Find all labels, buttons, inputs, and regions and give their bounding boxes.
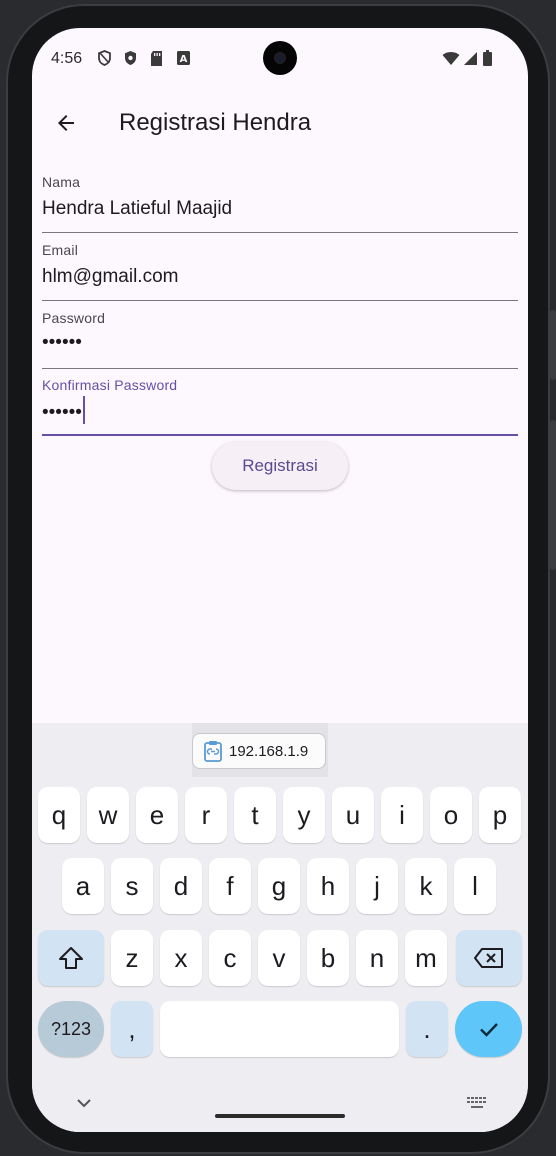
nama-underline bbox=[42, 232, 518, 233]
key-a[interactable]: a bbox=[62, 858, 104, 914]
email-underline bbox=[42, 300, 518, 301]
key-k[interactable]: k bbox=[405, 858, 447, 914]
key-r[interactable]: r bbox=[185, 787, 227, 843]
chevron-down-icon[interactable] bbox=[76, 1096, 92, 1114]
password-label: Password bbox=[42, 310, 106, 326]
arrow-back-icon bbox=[58, 115, 74, 131]
key-i[interactable]: i bbox=[381, 787, 423, 843]
comma-key[interactable]: , bbox=[111, 1001, 153, 1057]
key-u[interactable]: u bbox=[332, 787, 374, 843]
front-camera bbox=[263, 41, 297, 75]
key-m[interactable]: m bbox=[405, 930, 447, 986]
shift-icon bbox=[59, 947, 83, 969]
key-d[interactable]: d bbox=[160, 858, 202, 914]
email-field[interactable]: Email hlm@gmail.com bbox=[42, 242, 518, 302]
home-indicator[interactable] bbox=[215, 1114, 345, 1118]
email-input[interactable]: hlm@gmail.com bbox=[42, 266, 178, 288]
space-key[interactable] bbox=[160, 1001, 399, 1057]
konfirmasi-password-input[interactable]: •••••• bbox=[42, 396, 85, 427]
nama-input[interactable]: Hendra Latieful Maajid bbox=[42, 198, 232, 220]
key-c[interactable]: c bbox=[209, 930, 251, 986]
key-y[interactable]: y bbox=[283, 787, 325, 843]
text-cursor bbox=[82, 396, 85, 424]
checkmark-icon bbox=[479, 1023, 498, 1037]
power-button bbox=[550, 310, 556, 380]
password-underline bbox=[42, 368, 518, 369]
key-f[interactable]: f bbox=[209, 858, 251, 914]
wifi-icon bbox=[442, 50, 460, 66]
page-title: Registrasi Hendra bbox=[119, 109, 312, 136]
shield-outline-icon bbox=[96, 50, 112, 66]
konfirmasi-password-value: •••••• bbox=[42, 402, 82, 424]
nama-label: Nama bbox=[42, 174, 81, 190]
key-o[interactable]: o bbox=[430, 787, 472, 843]
status-bar: 4:56 A bbox=[32, 28, 528, 88]
key-v[interactable]: v bbox=[258, 930, 300, 986]
keyboard-switch-icon[interactable] bbox=[466, 1096, 488, 1115]
phone-screen: 4:56 A Registrasi Hendra Nama Hendra Lat… bbox=[32, 28, 528, 1132]
key-n[interactable]: n bbox=[356, 930, 398, 986]
key-h[interactable]: h bbox=[307, 858, 349, 914]
key-s[interactable]: s bbox=[111, 858, 153, 914]
svg-text:A: A bbox=[179, 54, 187, 65]
email-label: Email bbox=[42, 242, 79, 258]
sd-card-icon bbox=[148, 50, 164, 66]
key-e[interactable]: e bbox=[136, 787, 178, 843]
key-q[interactable]: q bbox=[38, 787, 80, 843]
status-time: 4:56 bbox=[51, 50, 83, 67]
key-x[interactable]: x bbox=[160, 930, 202, 986]
volume-button bbox=[550, 420, 556, 570]
period-key[interactable]: . bbox=[406, 1001, 448, 1057]
key-g[interactable]: g bbox=[258, 858, 300, 914]
konfirmasi-password-field[interactable]: Konfirmasi Password •••••• bbox=[42, 377, 518, 437]
konfirmasi-password-underline bbox=[42, 434, 518, 436]
key-b[interactable]: b bbox=[307, 930, 349, 986]
signal-icon bbox=[462, 50, 478, 66]
key-j[interactable]: j bbox=[356, 858, 398, 914]
shift-key[interactable] bbox=[38, 930, 104, 986]
key-w[interactable]: w bbox=[87, 787, 129, 843]
autofill-a-icon: A bbox=[175, 50, 191, 66]
key-l[interactable]: l bbox=[454, 858, 496, 914]
backspace-icon bbox=[474, 948, 503, 968]
nama-field[interactable]: Nama Hendra Latieful Maajid bbox=[42, 174, 518, 234]
key-z[interactable]: z bbox=[111, 930, 153, 986]
password-field[interactable]: Password •••••• bbox=[42, 310, 518, 370]
password-input[interactable]: •••••• bbox=[42, 332, 82, 354]
clipboard-link-icon bbox=[204, 741, 222, 762]
registrasi-button[interactable]: Registrasi bbox=[212, 442, 348, 490]
battery-icon bbox=[482, 50, 492, 66]
shield-check-icon bbox=[122, 50, 138, 66]
enter-key[interactable] bbox=[455, 1001, 522, 1057]
soft-keyboard: 192.168.1.9 bbox=[32, 723, 528, 1132]
back-button[interactable] bbox=[46, 103, 86, 143]
symbols-key[interactable]: ?123 bbox=[38, 1001, 104, 1057]
clipboard-text: 192.168.1.9 bbox=[229, 742, 309, 760]
backspace-key[interactable] bbox=[456, 930, 522, 986]
app-bar: Registrasi Hendra bbox=[32, 88, 528, 158]
key-p[interactable]: p bbox=[479, 787, 521, 843]
clipboard-suggestion-chip[interactable]: 192.168.1.9 bbox=[192, 733, 326, 769]
konfirmasi-password-label: Konfirmasi Password bbox=[42, 377, 178, 393]
navigation-bar bbox=[32, 1086, 528, 1132]
key-t[interactable]: t bbox=[234, 787, 276, 843]
